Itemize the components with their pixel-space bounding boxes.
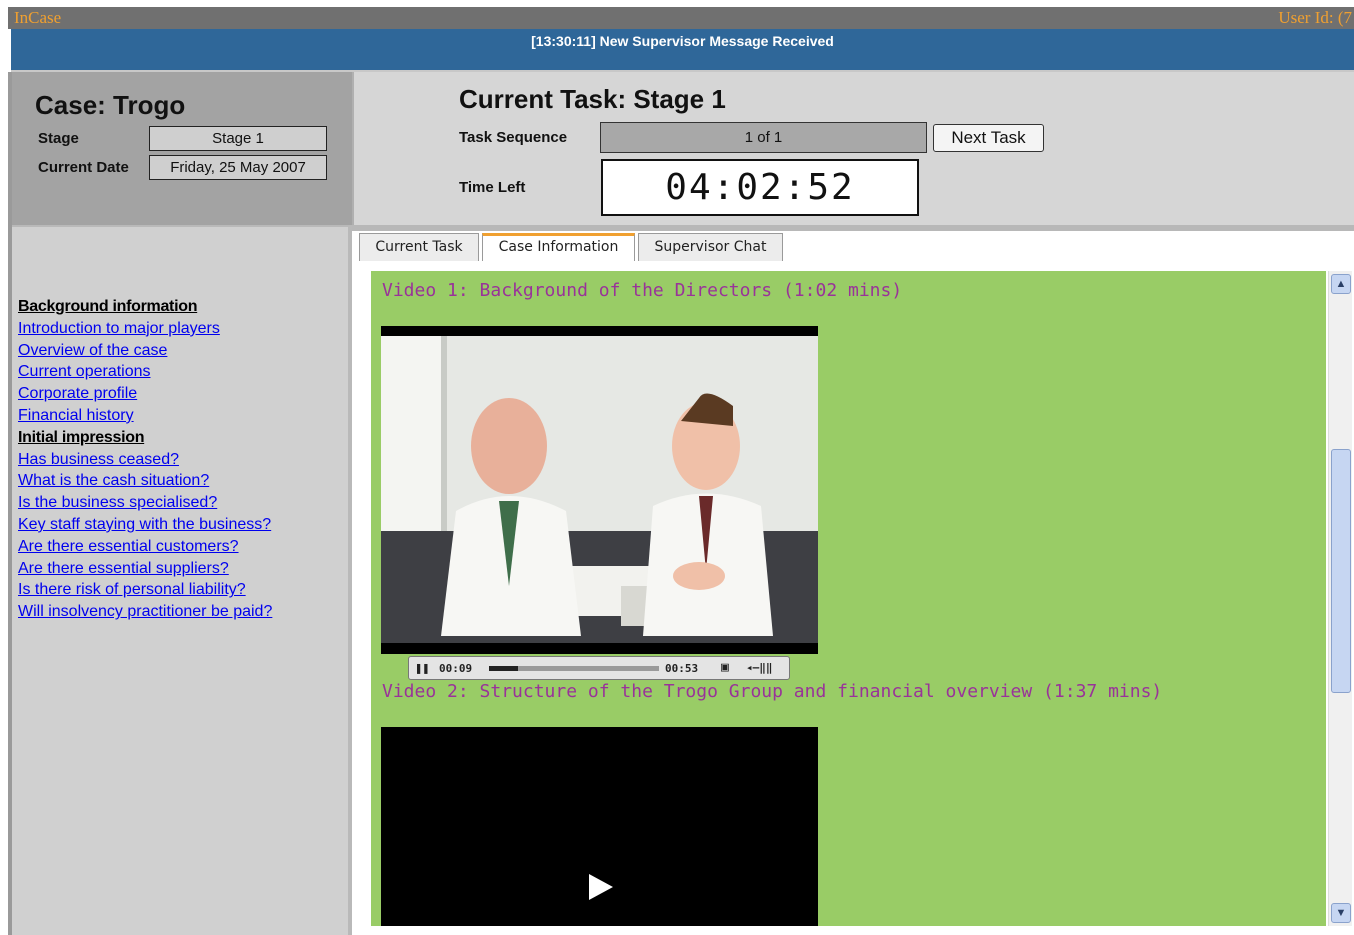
nav-heading-background: Background information	[18, 298, 198, 315]
video1-progress-fill	[489, 666, 518, 671]
task-sequence-value: 1 of 1	[600, 122, 927, 153]
video1-elapsed: 00:09	[439, 662, 473, 675]
nav-link-current-operations[interactable]: Current operations	[18, 361, 272, 383]
next-task-button[interactable]: Next Task	[933, 124, 1044, 152]
task-title: Current Task: Stage 1	[459, 84, 726, 114]
app-title: InCase	[14, 8, 62, 27]
video2-player[interactable]	[381, 727, 818, 926]
title-bar: InCase User Id: (7	[8, 7, 1354, 29]
video1-progress-track[interactable]	[489, 666, 659, 671]
current-date-value: Friday, 25 May 2007	[149, 155, 327, 180]
case-navigation-panel: Background information Introduction to m…	[12, 225, 352, 935]
nav-link-cash-situation[interactable]: What is the cash situation?	[18, 470, 272, 492]
nav-heading-initial-impression: Initial impression	[18, 428, 145, 446]
volume-icon[interactable]: ◂–‖‖	[746, 661, 773, 674]
task-sequence-label: Task Sequence	[459, 129, 568, 146]
case-panel: Case: Trogo Stage Stage 1 Current Date F…	[12, 72, 352, 225]
nav-link-introduction[interactable]: Introduction to major players	[18, 318, 272, 340]
pause-icon[interactable]: ❚❚	[415, 661, 429, 675]
content-scrollbar[interactable]: ▲ ▼	[1328, 271, 1352, 926]
notification-bar: [13:30:11] New Supervisor Message Receiv…	[11, 29, 1354, 72]
stage-value: Stage 1	[149, 126, 327, 151]
current-date-label: Current Date	[38, 159, 129, 176]
nav-link-corporate-profile[interactable]: Corporate profile	[18, 383, 272, 405]
panel-divider	[352, 225, 1354, 231]
task-panel: Current Task: Stage 1 Task Sequence 1 of…	[352, 72, 1354, 225]
navigation-list: Background information Introduction to m…	[18, 296, 272, 623]
case-information-content: Video 1: Background of the Directors (1:…	[371, 271, 1326, 926]
tab-case-information[interactable]: Case Information	[482, 233, 635, 261]
nav-link-business-ceased[interactable]: Has business ceased?	[18, 449, 272, 471]
play-icon[interactable]	[589, 874, 613, 900]
scroll-down-icon[interactable]: ▼	[1331, 903, 1351, 923]
nav-link-essential-customers[interactable]: Are there essential customers?	[18, 536, 272, 558]
user-id-label: User Id: (7	[1278, 8, 1352, 27]
video2-title: Video 2: Structure of the Trogo Group an…	[382, 681, 1163, 702]
video1-frame	[381, 336, 818, 643]
nav-link-business-specialised[interactable]: Is the business specialised?	[18, 492, 272, 514]
tab-current-task[interactable]: Current Task	[359, 233, 479, 261]
stage-label: Stage	[38, 130, 79, 147]
case-title: Case: Trogo	[35, 90, 186, 120]
scroll-up-icon[interactable]: ▲	[1331, 274, 1351, 294]
nav-link-financial-history[interactable]: Financial history	[18, 405, 272, 427]
video1-player[interactable]: ❚❚ 00:09 00:53 ▣ ◂–‖‖	[381, 326, 818, 680]
supervisor-message-notice[interactable]: [13:30:11] New Supervisor Message Receiv…	[11, 33, 1354, 49]
scrollbar-thumb[interactable]	[1331, 449, 1351, 693]
tab-supervisor-chat[interactable]: Supervisor Chat	[638, 233, 783, 261]
time-left-label: Time Left	[459, 179, 526, 196]
video1-controls[interactable]: ❚❚ 00:09 00:53 ▣ ◂–‖‖	[408, 656, 790, 680]
nav-link-personal-liability[interactable]: Is there risk of personal liability?	[18, 579, 272, 601]
fullscreen-icon[interactable]: ▣	[721, 660, 729, 675]
nav-link-overview[interactable]: Overview of the case	[18, 340, 272, 362]
video1-duration: 00:53	[665, 662, 699, 675]
nav-link-key-staff[interactable]: Key staff staying with the business?	[18, 514, 272, 536]
nav-link-essential-suppliers[interactable]: Are there essential suppliers?	[18, 558, 272, 580]
countdown-timer: 04:02:52	[601, 159, 919, 216]
nav-link-practitioner-paid[interactable]: Will insolvency practitioner be paid?	[18, 601, 272, 623]
video1-title: Video 1: Background of the Directors (1:…	[382, 280, 903, 301]
